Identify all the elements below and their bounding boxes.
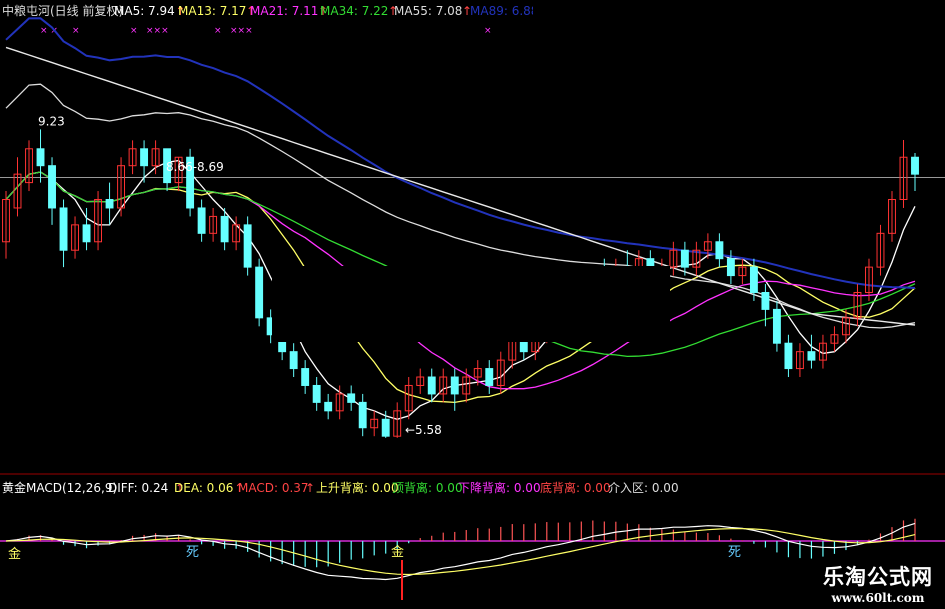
candle-body [427,376,436,395]
redaction-block-center [272,266,670,342]
candle-body [680,249,689,268]
price-annotation-1: 8.66-8.69 [166,160,224,174]
svg-text:×: × [72,26,80,36]
candle-body [450,376,459,395]
svg-text:×: × [484,26,492,36]
candle-body [36,148,45,167]
candle-body [911,156,919,175]
indicator-legend-2: DEA: 0.06 [174,481,233,495]
price-annotation-2: ←5.58 [405,423,442,437]
indicator-arrow-3: ↑ [305,481,315,495]
candle-body [761,291,770,310]
candle-body [485,368,494,386]
price-annotation-0: 9.23 [38,114,65,128]
gold-signal-2: 金 [391,544,404,560]
indicator-legend-0: 黄金MACD(12,26,9) [2,480,117,495]
ma-legend-4: MA55: 7.08 [394,4,462,18]
candle-body [140,148,149,167]
candle-body [715,241,724,260]
candle-body [772,308,781,344]
ma-legend-1: MA13: 7.17 [178,4,246,18]
candle-body [807,351,816,361]
candle-body [197,207,206,234]
candle-body [243,224,252,268]
ma-legend-0: MA5: 7.94 [114,4,175,18]
candle-body [289,351,298,370]
candle-body [301,368,310,386]
watermark-site-name: 乐淘公式网 [823,565,933,589]
candle-body [48,165,56,209]
indicator-legend-3: MACD: 0.37 [238,481,309,495]
gold-signal-1: 金 [8,546,21,562]
candle-body [381,418,390,437]
indicator-legend-4: 上升背离: 0.00 [316,480,399,495]
candle-body [324,401,333,412]
svg-text:×: × [130,26,138,36]
candle-body [255,266,264,319]
ma-legend-3: MA34: 7.22 [320,4,388,18]
candle-body [749,266,758,293]
indicator-legend-5: 顶背离: 0.00 [392,480,463,495]
indicator-legend-7: 底背离: 0.00 [540,480,611,495]
watermark: 乐淘公式网 www.60lt.com [823,561,933,605]
candle-body [82,224,91,243]
candle-body [220,215,229,243]
svg-text:×××: ××× [146,26,169,36]
indicator-legend-6: 下降背离: 0.00 [458,480,541,495]
svg-text:×: × [214,26,222,36]
candle-body [105,199,114,209]
indicator-legend-8: 介入区: 0.00 [608,481,679,495]
ma-legend-5: MA89: 6.88 [470,4,538,18]
death-signal-2: 死 [728,545,741,560]
candle-body [358,401,367,429]
candle-body [59,207,68,251]
stock-title: 中粮屯河(日线 前复权) [2,3,123,18]
watermark-url: www.60lt.com [831,591,925,605]
candle-body [784,342,793,370]
stock-chart: 中粮屯河(日线 前复权) MA5: 7.94 ↑MA13: 7.17 ↑MA21: … [0,0,945,609]
svg-text:×××: ××× [230,26,253,36]
death-signal-1: 死 [186,545,199,560]
candle-body [726,258,735,277]
candle-body [312,384,321,403]
ma-legend-2: MA21: 7.11 [250,4,318,18]
indicator-legend-1: DIFF: 0.24 [108,481,168,495]
indicator-header: 黄金MACD(12,26,9)DIFF: 0.24 ↑DEA: 0.06 ↑MACD… [2,480,679,495]
redaction-block-top-right [533,0,945,140]
candle-body [347,393,356,403]
